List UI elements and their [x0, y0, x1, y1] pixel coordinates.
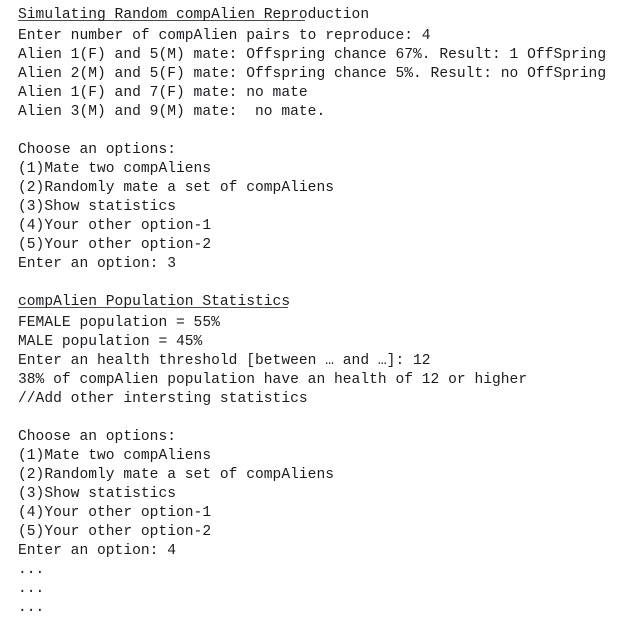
mating-result-line: Alien 2(M) and 5(F) mate: Offspring chan…	[18, 66, 607, 82]
menu-option-4[interactable]: (4)Your other option-1	[18, 504, 632, 523]
menu-option-5[interactable]: (5)Your other option-2	[18, 523, 632, 542]
statistics-title: compAlien Population Statistics	[18, 294, 291, 310]
title-heading-block: Simulating Random compAlien Reproduction	[18, 6, 632, 23]
page-title: Simulating Random compAlien Reproduction	[18, 7, 370, 23]
menu-option-5[interactable]: (5)Your other option-2	[18, 236, 632, 255]
mating-result-line: Alien 1(F) and 5(M) mate: Offspring chan…	[18, 47, 607, 63]
menu-option-4[interactable]: (4)Your other option-1	[18, 217, 632, 236]
mating-result-line: Alien 3(M) and 9(M) mate: no mate.	[18, 104, 326, 120]
menu-option-3[interactable]: (3)Show statistics	[18, 485, 632, 504]
menu-prompt-second: Choose an options:	[18, 429, 176, 445]
trailing-ellipsis-line: ...	[18, 581, 45, 597]
menu-option-3[interactable]: (3)Show statistics	[18, 198, 632, 217]
trailing-ellipsis-line: ...	[18, 600, 45, 616]
menu-entry-first[interactable]: Enter an option: 3	[18, 255, 632, 274]
pairs-prompt-line: Enter number of compAlien pairs to repro…	[18, 28, 431, 44]
trailing-ellipsis-line: ...	[18, 562, 45, 578]
menu-entry-second[interactable]: Enter an option: 4	[18, 542, 632, 561]
menu-option-1[interactable]: (1)Mate two compAliens	[18, 160, 632, 179]
health-threshold-result: 38% of compAlien population have an heal…	[18, 372, 528, 388]
console-output: Simulating Random compAlien Reproduction…	[0, 0, 632, 616]
female-population-line: FEMALE population = 55%	[18, 315, 220, 331]
mating-result-line: Alien 1(F) and 7(F) mate: no mate	[18, 85, 308, 101]
menu-option-1[interactable]: (1)Mate two compAliens	[18, 447, 632, 466]
male-population-line: MALE population = 45%	[18, 334, 203, 350]
health-threshold-prompt[interactable]: Enter an health threshold [between … and…	[18, 352, 632, 371]
statistics-comment-line: //Add other intersting statistics	[18, 391, 308, 407]
statistics-heading-block: compAlien Population Statistics	[18, 293, 632, 310]
menu-prompt-first: Choose an options:	[18, 142, 176, 158]
menu-option-2[interactable]: (2)Randomly mate a set of compAliens	[18, 466, 632, 485]
menu-option-2[interactable]: (2)Randomly mate a set of compAliens	[18, 179, 632, 198]
